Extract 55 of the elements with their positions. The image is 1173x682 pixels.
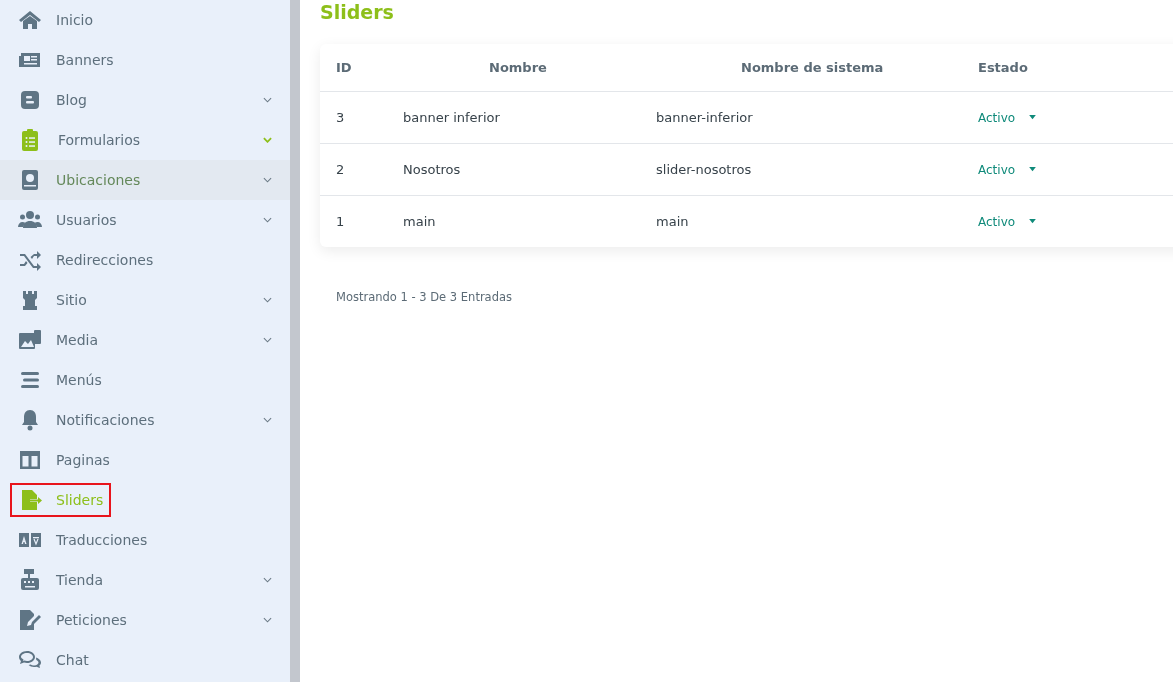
sidebar-label: Usuarios [56, 212, 117, 228]
sidebar-item[interactable]: Menús [0, 360, 290, 400]
table-cell-text: 3 [336, 110, 346, 125]
sidebar-label: Blog [56, 92, 87, 108]
sidebar-label: Menús [56, 372, 102, 388]
sidebar-item[interactable]: Peticiones [0, 600, 290, 640]
table-cell-text: slider-nosotros [656, 162, 753, 177]
sidebar-label: Inicio [56, 12, 94, 28]
sidebar-label: Banners [56, 52, 114, 68]
table-cell-text: Nosotros [403, 162, 462, 177]
sidebar-item[interactable]: Blog [0, 80, 290, 120]
sidebar-label: Sliders [56, 492, 104, 508]
pagination-summary: Mostrando 1 - 3 De 3 Entradas [336, 290, 513, 304]
status-dropdown[interactable]: Activo [978, 162, 1038, 177]
sidebar-item[interactable]: Notificaciones [0, 400, 290, 440]
sidebar-item[interactable]: Media [0, 320, 290, 360]
sidebar-label: Redirecciones [56, 252, 154, 268]
table-cell-text: main [656, 214, 690, 229]
sidebar-label: Traducciones [56, 532, 148, 548]
sidebar-label: Paginas [56, 452, 110, 468]
column-header: Nombre [488, 60, 548, 75]
sidebar-item[interactable]: Banners [0, 40, 290, 80]
table-cell-text: banner inferior [403, 110, 501, 125]
sidebar-item[interactable]: Formularios [0, 120, 290, 160]
sidebar-label: Sitio [56, 292, 87, 308]
table-cell-text: 1 [336, 214, 346, 229]
sidebar-item[interactable]: Redirecciones [0, 240, 290, 280]
sidebar-item[interactable]: Sitio [0, 280, 290, 320]
status-dropdown[interactable]: Activo [978, 110, 1038, 125]
table-cell-text: banner-inferior [656, 110, 754, 125]
sidebar-label: Peticiones [56, 612, 127, 628]
status-dropdown[interactable]: Activo [978, 214, 1038, 229]
table-cell-text: main [403, 214, 437, 229]
sidebar-item[interactable]: Traducciones [0, 520, 290, 560]
sidebar-item[interactable]: Paginas [0, 440, 290, 480]
sidebar-label: Ubicaciones [56, 172, 141, 188]
column-header: Estado [978, 60, 1029, 75]
sidebar-item[interactable]: Chat [0, 640, 290, 680]
sidebar-item[interactable]: Inicio [0, 0, 290, 40]
sidebar-label: Formularios [58, 132, 141, 148]
sidebar-item-hovered[interactable]: Ubicaciones [0, 160, 290, 200]
sidebar-item[interactable]: Usuarios [0, 200, 290, 240]
page-title: Sliders [320, 0, 395, 24]
column-header: ID [336, 60, 353, 75]
caret-icon [1028, 115, 1038, 120]
column-header: Nombre de sistema [740, 60, 885, 75]
caret-icon [1028, 167, 1038, 172]
table-cell-text: 2 [336, 162, 346, 177]
sidebar-item[interactable]: Tienda [0, 560, 290, 600]
sidebar-label: Media [56, 332, 99, 348]
scrollbar[interactable] [290, 0, 300, 682]
sidebar-label: Notificaciones [56, 412, 155, 428]
caret-icon [1028, 219, 1038, 224]
sidebar-label: Tienda [56, 572, 103, 588]
sidebar-label: Chat [56, 652, 89, 668]
